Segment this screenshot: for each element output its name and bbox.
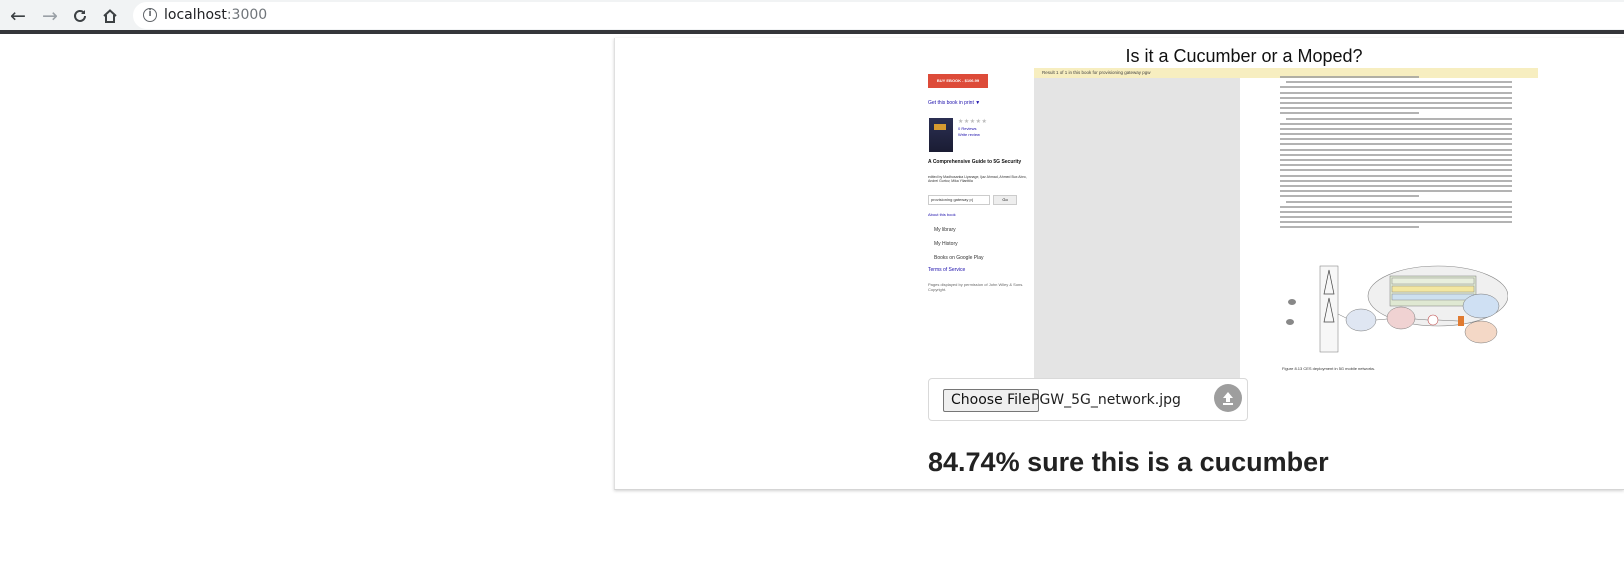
network-diagram [1286,265,1508,353]
address-bar[interactable]: i localhost:3000 [133,2,1624,29]
upload-icon[interactable] [1214,384,1242,412]
terms-link: Terms of Service [928,267,966,273]
permission-note: Pages displayed by permission of John Wi… [928,282,1024,292]
rating-stars: ★★★★★ [958,119,988,125]
menu-my-history: My History [934,241,958,247]
arrow-left-icon[interactable]: ← [6,5,30,27]
book-search-input: provisioning gateway p( [928,195,990,205]
home-icon[interactable] [98,5,122,27]
write-review-link: Write review [958,132,980,137]
book-title: A Comprehensive Guide to 5G Security [928,159,1022,165]
prediction-result: 84.74% sure this is a cucumber [928,447,1329,477]
browser-toolbar: ← → i localhost:3000 [0,0,1624,34]
about-link: About this book [928,212,956,217]
book-cover [929,118,953,152]
book-search-go: Go [993,195,1017,205]
book-page-text [1280,76,1512,241]
page-gutter [1034,78,1240,378]
figure-caption: Figure 8.13 CES deployment in 5G mobile … [1282,366,1376,371]
choose-file-button[interactable]: Choose File [943,389,1039,412]
get-print-link: Get this book in print ▼ [928,100,981,106]
selected-file-name: PGW_5G_network.jpg [1031,392,1181,408]
arrow-right-icon[interactable]: → [38,5,62,27]
file-upload-form: Choose File PGW_5G_network.jpg [928,378,1248,421]
reviews-link: 0 Reviews [958,126,977,131]
info-icon[interactable]: i [143,8,157,22]
book-authors: edited by Madhusanka Liyanage, Ijaz Ahma… [928,175,1027,183]
buy-ebook-button: BUY EBOOK - $106.99 [928,74,988,88]
preview-image: BUY EBOOK - $106.99 Get this book in pri… [928,68,1538,378]
menu-my-library: My library [934,227,956,233]
page-title: Is it a Cucumber or a Moped? [1125,46,1363,66]
menu-google-play: Books on Google Play [934,255,984,261]
url-text: localhost:3000 [164,7,268,23]
reload-icon[interactable] [68,5,92,27]
